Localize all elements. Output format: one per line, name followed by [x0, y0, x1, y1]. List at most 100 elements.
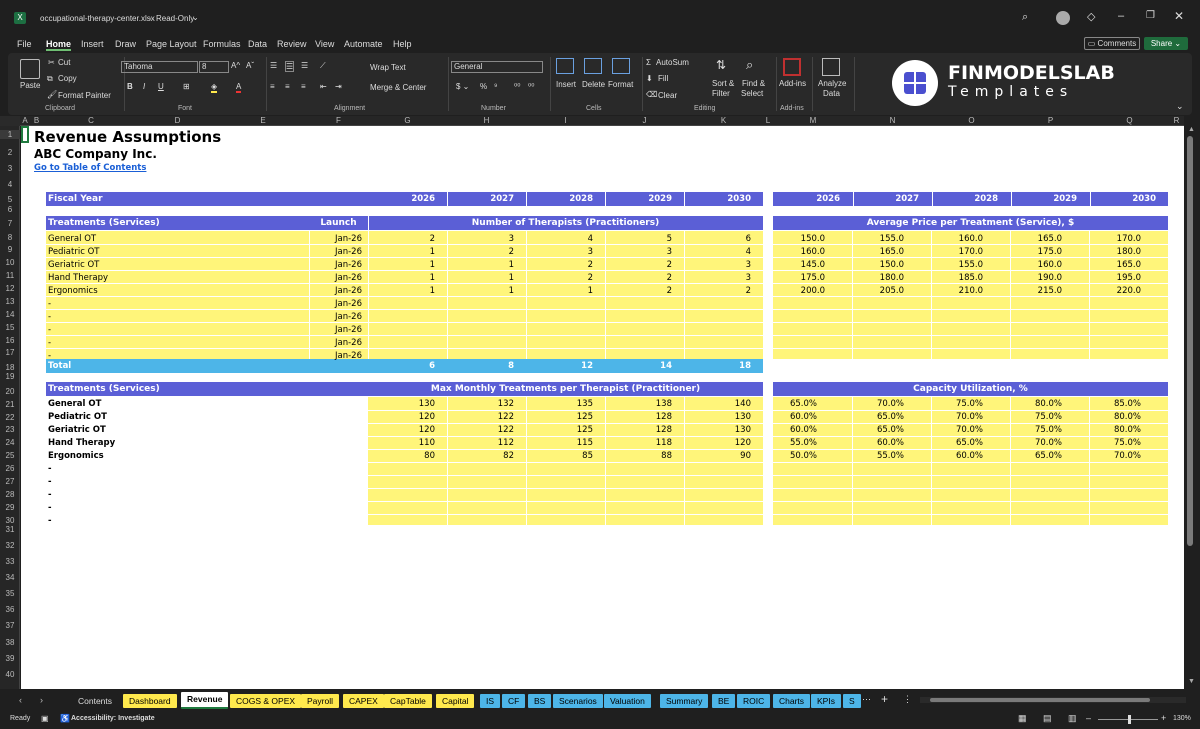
- align-middle-icon[interactable]: ☰: [285, 61, 295, 72]
- launch-date[interactable]: Jan-26: [309, 259, 368, 272]
- align-left-icon[interactable]: ≡: [270, 82, 275, 91]
- read-only-label[interactable]: Read-Only: [156, 14, 194, 23]
- worksheet[interactable]: Revenue Assumptions ABC Company Inc. Go …: [21, 126, 1184, 689]
- tab-roic[interactable]: ROIC: [737, 694, 771, 708]
- menu-formulas[interactable]: Formulas: [203, 39, 241, 49]
- service-name[interactable]: Ergonomics: [48, 285, 303, 298]
- column-header-d[interactable]: D: [138, 116, 217, 126]
- capacity-value[interactable]: 60.0%: [852, 437, 910, 450]
- tab-revenue[interactable]: Revenue: [181, 692, 229, 709]
- percent-icon[interactable]: %: [480, 82, 487, 91]
- max-treatments-value[interactable]: 128: [605, 424, 678, 437]
- row-header[interactable]: 20: [0, 387, 20, 396]
- row-header[interactable]: 25: [0, 451, 20, 460]
- copy-button[interactable]: Copy: [58, 74, 77, 83]
- row-header[interactable]: 4: [0, 180, 20, 189]
- capacity-value[interactable]: 65.0%: [931, 437, 989, 450]
- price-value[interactable]: 170.0: [931, 246, 989, 259]
- autosum-icon[interactable]: Σ: [646, 58, 651, 67]
- menu-view[interactable]: View: [315, 39, 334, 49]
- row-header[interactable]: 9: [0, 245, 20, 254]
- fiscal-year-cell-right[interactable]: 2029: [1010, 192, 1083, 206]
- accessibility-status[interactable]: Accessibility: Investigate: [71, 715, 155, 722]
- insert-cells-button[interactable]: Insert: [556, 80, 576, 89]
- column-header-m[interactable]: M: [773, 116, 853, 126]
- capacity-value[interactable]: 75.0%: [1010, 424, 1068, 437]
- row-header[interactable]: 35: [0, 589, 20, 598]
- column-header-n[interactable]: N: [853, 116, 932, 126]
- fiscal-year-cell-right[interactable]: 2028: [931, 192, 1004, 206]
- price-value[interactable]: 165.0: [1089, 259, 1147, 272]
- menu-help[interactable]: Help: [393, 39, 412, 49]
- tab-cf[interactable]: CF: [502, 694, 526, 708]
- max-treatments-value[interactable]: 80: [368, 450, 441, 463]
- launch-date[interactable]: Jan-26: [309, 298, 368, 311]
- max-treatments-value[interactable]: 130: [368, 398, 441, 411]
- fiscal-year-cell[interactable]: 2027: [447, 192, 520, 206]
- macro-record-icon[interactable]: ▣: [41, 714, 49, 723]
- font-color-icon[interactable]: A: [236, 82, 242, 93]
- select-all-corner[interactable]: [0, 116, 20, 126]
- price-value[interactable]: 185.0: [931, 272, 989, 285]
- fiscal-year-cell[interactable]: 2028: [526, 192, 599, 206]
- addins-button[interactable]: Add-ins: [779, 79, 806, 88]
- max-treatments-value[interactable]: 118: [605, 437, 678, 450]
- service-name[interactable]: Pediatric OT: [48, 246, 303, 259]
- row-header[interactable]: 39: [0, 654, 20, 663]
- therapists-value[interactable]: 1: [368, 259, 441, 272]
- row-header[interactable]: 29: [0, 503, 20, 512]
- launch-date[interactable]: Jan-26: [309, 285, 368, 298]
- tab-capex[interactable]: CAPEX: [343, 694, 384, 708]
- scroll-thumb[interactable]: [1187, 136, 1193, 546]
- align-center-icon[interactable]: ≡: [285, 82, 290, 91]
- therapists-value[interactable]: 2: [368, 233, 441, 246]
- paste-icon[interactable]: [20, 59, 40, 79]
- column-header-r[interactable]: R: [1169, 116, 1184, 126]
- horizontal-scroll-thumb[interactable]: [930, 698, 1150, 702]
- therapists-value[interactable]: 1: [447, 259, 520, 272]
- max-treatments-value[interactable]: 120: [368, 424, 441, 437]
- capacity-value[interactable]: 70.0%: [931, 411, 989, 424]
- active-cell[interactable]: [21, 126, 29, 143]
- font-name-select[interactable]: Tahoma: [121, 61, 198, 73]
- autosum-button[interactable]: AutoSum: [656, 58, 689, 67]
- zoom-in-icon[interactable]: +: [1161, 713, 1166, 723]
- service-name-2[interactable]: Ergonomics: [48, 450, 303, 463]
- comma-icon[interactable]: ⁹: [494, 82, 497, 91]
- row-header[interactable]: 2: [0, 148, 20, 157]
- row-header[interactable]: 1: [0, 130, 20, 139]
- menu-data[interactable]: Data: [248, 39, 267, 49]
- clear-icon[interactable]: ⌫: [646, 90, 657, 99]
- tab-cogs-opex[interactable]: COGS & OPEX: [230, 694, 302, 708]
- service-name-2[interactable]: Pediatric OT: [48, 411, 303, 424]
- capacity-value[interactable]: 50.0%: [773, 450, 823, 463]
- max-treatments-value[interactable]: 112: [447, 437, 520, 450]
- format-painter-button[interactable]: Format Painter: [58, 91, 111, 100]
- fiscal-year-cell[interactable]: 2026: [368, 192, 441, 206]
- price-value[interactable]: 180.0: [1089, 246, 1147, 259]
- decrease-decimal-icon[interactable]: ⁰⁰: [528, 82, 534, 91]
- row-header[interactable]: 40: [0, 670, 20, 679]
- therapists-value[interactable]: 1: [447, 272, 520, 285]
- price-value[interactable]: 180.0: [852, 272, 910, 285]
- analyze-data-button-line2[interactable]: Data: [823, 89, 840, 98]
- menu-automate[interactable]: Automate: [344, 39, 383, 49]
- therapists-value[interactable]: 2: [605, 285, 678, 298]
- row-header[interactable]: 31: [0, 525, 20, 534]
- page-break-view-icon[interactable]: ▥: [1068, 713, 1077, 724]
- row-header[interactable]: 16: [0, 336, 20, 345]
- tab-scenarios[interactable]: Scenarios: [553, 694, 603, 708]
- column-header-k[interactable]: K: [684, 116, 763, 126]
- format-cells-icon[interactable]: [612, 58, 630, 74]
- therapists-value[interactable]: 2: [684, 285, 757, 298]
- max-treatments-value[interactable]: 120: [684, 437, 757, 450]
- max-treatments-value[interactable]: 122: [447, 424, 520, 437]
- merge-center-button[interactable]: Merge & Center: [370, 83, 426, 92]
- row-header[interactable]: 11: [0, 271, 20, 280]
- capacity-value[interactable]: 55.0%: [773, 437, 823, 450]
- row-header[interactable]: 32: [0, 541, 20, 550]
- service-name[interactable]: -: [48, 298, 303, 311]
- fiscal-year-cell-right[interactable]: 2027: [852, 192, 925, 206]
- clear-button[interactable]: Clear: [658, 91, 677, 100]
- therapists-value[interactable]: 2: [526, 272, 599, 285]
